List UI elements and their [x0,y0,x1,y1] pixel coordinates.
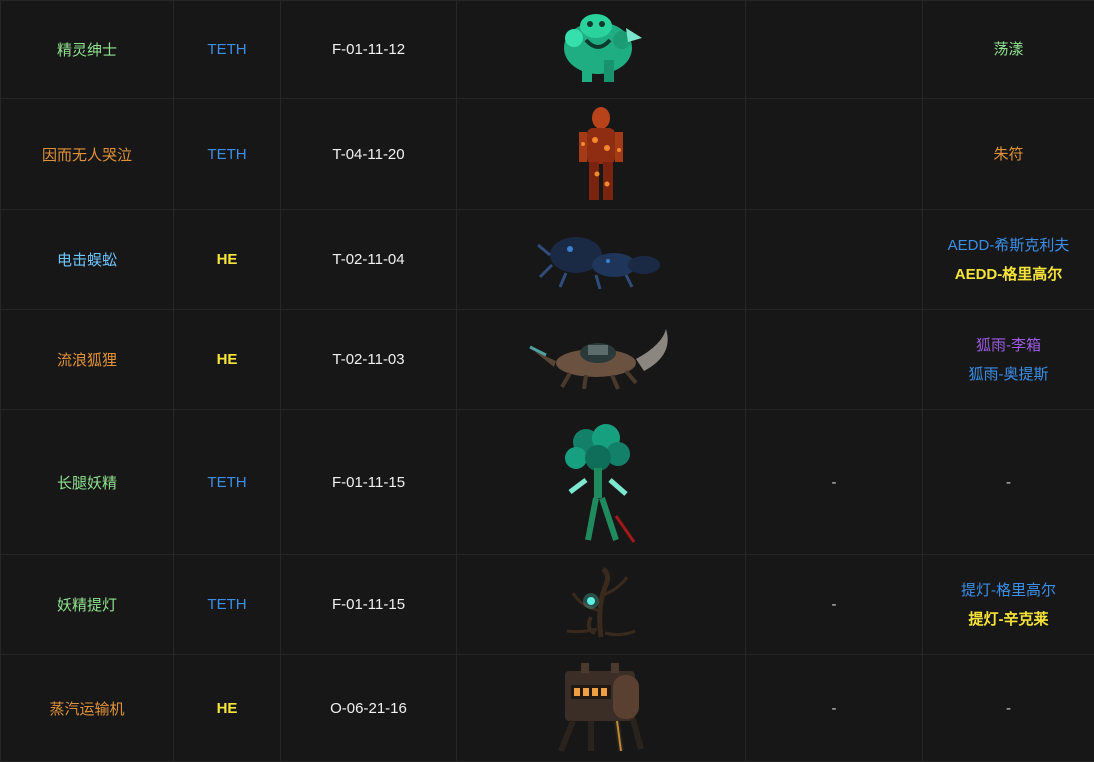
steam-transport-machine-icon [551,661,651,756]
abnormality-code: F-01-11-15 [281,410,457,555]
table-row: 蒸汽运输机 HE O-06-21-16 - - [1,655,1094,762]
risk-level: HE [174,310,281,410]
risk-level: TETH [174,410,281,555]
abnormality-name: 流浪狐狸 [1,310,174,410]
abnormality-code: T-02-11-03 [281,310,457,410]
gift-cell: 狐雨-李箱 狐雨-奥提斯 [923,310,1094,410]
gift-link[interactable]: 荡漾 [923,35,1094,64]
risk-level: TETH [174,99,281,210]
gift-link[interactable]: AEDD-希斯克利夫 [923,231,1094,260]
gift-placeholder: - [923,468,1094,497]
table-row: 电击蜈蚣 HE T-02-11-04 AEDD-希斯克利夫 AEDD-格里高尔 [1,210,1094,310]
fairy-lantern-tree-icon [561,567,641,642]
gift-link[interactable]: 提灯-格里高尔 [923,576,1094,605]
risk-level: TETH [174,555,281,655]
table-row: 精灵绅士 TETH F-01-11-12 荡漾 [1,1,1094,99]
gift-link[interactable]: AEDD-格里高尔 [923,260,1094,289]
wandering-fox-icon [526,325,676,395]
abnormality-code: O-06-21-16 [281,655,457,762]
table-row: 长腿妖精 TETH F-01-11-15 - - [1,410,1094,555]
column-5-cell [746,99,923,210]
gift-cell: 提灯-格里高尔 提灯-辛克莱 [923,555,1094,655]
abnormality-image-cell [457,655,746,762]
abnormality-name: 因而无人哭泣 [1,99,174,210]
abnormality-name: 精灵绅士 [1,1,174,99]
risk-level: HE [174,655,281,762]
dark-blue-centipede-icon [536,225,666,295]
table-row: 因而无人哭泣 TETH T-04-11-20 朱符 [1,99,1094,210]
abnormality-image-cell [457,99,746,210]
gift-link[interactable]: 提灯-辛克莱 [923,605,1094,634]
abnormality-image-cell [457,210,746,310]
gift-cell: - [923,410,1094,555]
abnormality-code: F-01-11-15 [281,555,457,655]
abnormality-name: 长腿妖精 [1,410,174,555]
column-5-cell: - [746,655,923,762]
column-5-cell [746,210,923,310]
abnormality-name: 电击蜈蚣 [1,210,174,310]
gift-cell: - [923,655,1094,762]
table-row: 妖精提灯 TETH F-01-11-15 - 提灯-格里高尔 提灯-辛克莱 [1,555,1094,655]
long-leg-fairy-icon [556,420,646,545]
abnormality-image-cell [457,555,746,655]
orange-scaled-figure-icon [571,104,631,204]
gift-link[interactable]: 狐雨-奥提斯 [923,360,1094,389]
risk-level: TETH [174,1,281,99]
gift-cell: AEDD-希斯克利夫 AEDD-格里高尔 [923,210,1094,310]
column-5-cell [746,310,923,410]
abnormality-code: T-02-11-04 [281,210,457,310]
gift-cell: 荡漾 [923,1,1094,99]
abnormality-image-cell [457,310,746,410]
green-frog-gentleman-icon [556,10,646,90]
abnormality-image-cell [457,1,746,99]
abnormality-table: 精灵绅士 TETH F-01-11-12 荡漾 因而无人哭泣 TETH [0,0,1094,762]
column-5-cell: - [746,410,923,555]
gift-cell: 朱符 [923,99,1094,210]
column-5-cell: - [746,555,923,655]
table-row: 流浪狐狸 HE T-02-11-03 狐雨-李箱 狐雨-奥提斯 [1,310,1094,410]
abnormality-image-cell [457,410,746,555]
risk-level: HE [174,210,281,310]
gift-link[interactable]: 狐雨-李箱 [923,331,1094,360]
abnormality-code: T-04-11-20 [281,99,457,210]
column-5-cell [746,1,923,99]
abnormality-code: F-01-11-12 [281,1,457,99]
abnormality-name: 妖精提灯 [1,555,174,655]
gift-placeholder: - [923,694,1094,723]
gift-link[interactable]: 朱符 [923,140,1094,169]
abnormality-name: 蒸汽运输机 [1,655,174,762]
